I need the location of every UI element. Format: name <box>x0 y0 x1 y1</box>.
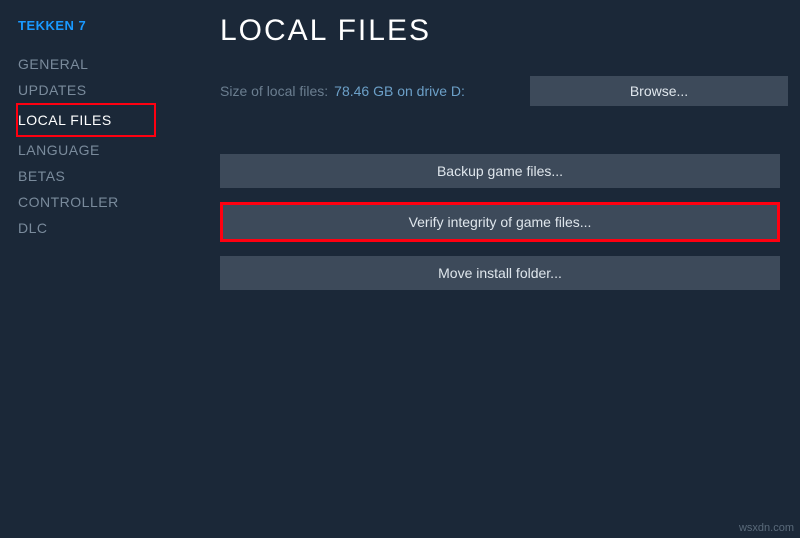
sidebar-item-language[interactable]: LANGUAGE <box>18 137 100 163</box>
highlight-verify: Verify integrity of game files... <box>220 202 780 242</box>
main-panel: LOCAL FILES Size of local files: 78.46 G… <box>180 0 800 538</box>
verify-integrity-button[interactable]: Verify integrity of game files... <box>223 205 777 239</box>
sidebar-item-controller[interactable]: CONTROLLER <box>18 189 119 215</box>
size-row: Size of local files: 78.46 GB on drive D… <box>220 76 788 106</box>
browse-button[interactable]: Browse... <box>530 76 788 106</box>
sidebar: TEKKEN 7 GENERAL UPDATES LOCAL FILES LAN… <box>0 0 180 538</box>
watermark: wsxdn.com <box>739 522 794 534</box>
sidebar-item-betas[interactable]: BETAS <box>18 163 65 189</box>
sidebar-item-updates[interactable]: UPDATES <box>18 77 87 103</box>
size-value: 78.46 GB on drive D: <box>334 83 465 99</box>
size-label: Size of local files: <box>220 83 328 99</box>
move-folder-button[interactable]: Move install folder... <box>220 256 780 290</box>
backup-button[interactable]: Backup game files... <box>220 154 780 188</box>
sidebar-item-local-files[interactable]: LOCAL FILES <box>18 107 112 133</box>
page-title: LOCAL FILES <box>220 14 788 48</box>
game-title: TEKKEN 7 <box>18 18 180 33</box>
highlight-local-files: LOCAL FILES <box>16 103 156 137</box>
sidebar-item-general[interactable]: GENERAL <box>18 51 88 77</box>
sidebar-item-dlc[interactable]: DLC <box>18 215 48 241</box>
